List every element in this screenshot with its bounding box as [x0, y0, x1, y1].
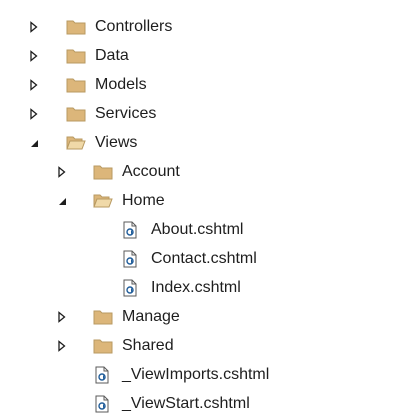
- tree-item-label: About.cshtml: [151, 221, 244, 238]
- tree-item-account[interactable]: Account: [0, 158, 408, 187]
- razor-file-icon: [120, 279, 140, 297]
- folder-icon: [66, 105, 86, 123]
- chevron-right-icon[interactable]: [28, 108, 40, 120]
- folder-icon: [93, 308, 113, 326]
- tree-item-label: Home: [122, 192, 165, 209]
- tree-item-controllers[interactable]: Controllers: [0, 13, 408, 42]
- folder-icon: [93, 337, 113, 355]
- tree-item-viewimports-cshtml[interactable]: _ViewImports.cshtml: [0, 361, 408, 390]
- solution-explorer-tree: Controllers Data Models Services Views A…: [0, 0, 408, 413]
- chevron-right-icon[interactable]: [28, 21, 40, 33]
- tree-item-services[interactable]: Services: [0, 100, 408, 129]
- folder-open-icon: [93, 192, 113, 210]
- chevron-right-icon[interactable]: [28, 50, 40, 62]
- tree-item-label: _ViewStart.cshtml: [122, 395, 250, 412]
- razor-file-icon: [120, 221, 140, 239]
- tree-item-home[interactable]: Home: [0, 187, 408, 216]
- tree-item-shared[interactable]: Shared: [0, 332, 408, 361]
- tree-item-manage[interactable]: Manage: [0, 303, 408, 332]
- folder-icon: [66, 76, 86, 94]
- tree-item-models[interactable]: Models: [0, 71, 408, 100]
- chevron-right-icon[interactable]: [56, 166, 68, 178]
- tree-item-label: _ViewImports.cshtml: [122, 366, 270, 383]
- tree-item-label: Services: [95, 105, 157, 122]
- tree-item-about-cshtml[interactable]: About.cshtml: [0, 216, 408, 245]
- tree-item-label: Manage: [122, 308, 180, 325]
- folder-open-icon: [66, 134, 86, 152]
- razor-file-icon: [92, 395, 112, 413]
- tree-item-viewstart-cshtml[interactable]: _ViewStart.cshtml: [0, 390, 408, 419]
- folder-icon: [66, 18, 86, 36]
- tree-item-views[interactable]: Views: [0, 129, 408, 158]
- tree-item-label: Index.cshtml: [151, 279, 241, 296]
- tree-item-data[interactable]: Data: [0, 42, 408, 71]
- razor-file-icon: [120, 250, 140, 268]
- chevron-right-icon[interactable]: [56, 311, 68, 323]
- folder-icon: [66, 47, 86, 65]
- chevron-down-icon[interactable]: [56, 195, 68, 207]
- razor-file-icon: [92, 366, 112, 384]
- tree-item-contact-cshtml[interactable]: Contact.cshtml: [0, 245, 408, 274]
- tree-item-label: Data: [95, 47, 129, 64]
- tree-item-label: Contact.cshtml: [151, 250, 257, 267]
- chevron-right-icon[interactable]: [56, 340, 68, 352]
- tree-item-index-cshtml[interactable]: Index.cshtml: [0, 274, 408, 303]
- tree-item-label: Models: [95, 76, 147, 93]
- tree-item-label: Controllers: [95, 18, 173, 35]
- tree-item-label: Account: [122, 163, 180, 180]
- tree-item-label: Views: [95, 134, 138, 151]
- chevron-down-icon[interactable]: [28, 137, 40, 149]
- folder-icon: [93, 163, 113, 181]
- tree-item-label: Shared: [122, 337, 174, 354]
- chevron-right-icon[interactable]: [28, 79, 40, 91]
